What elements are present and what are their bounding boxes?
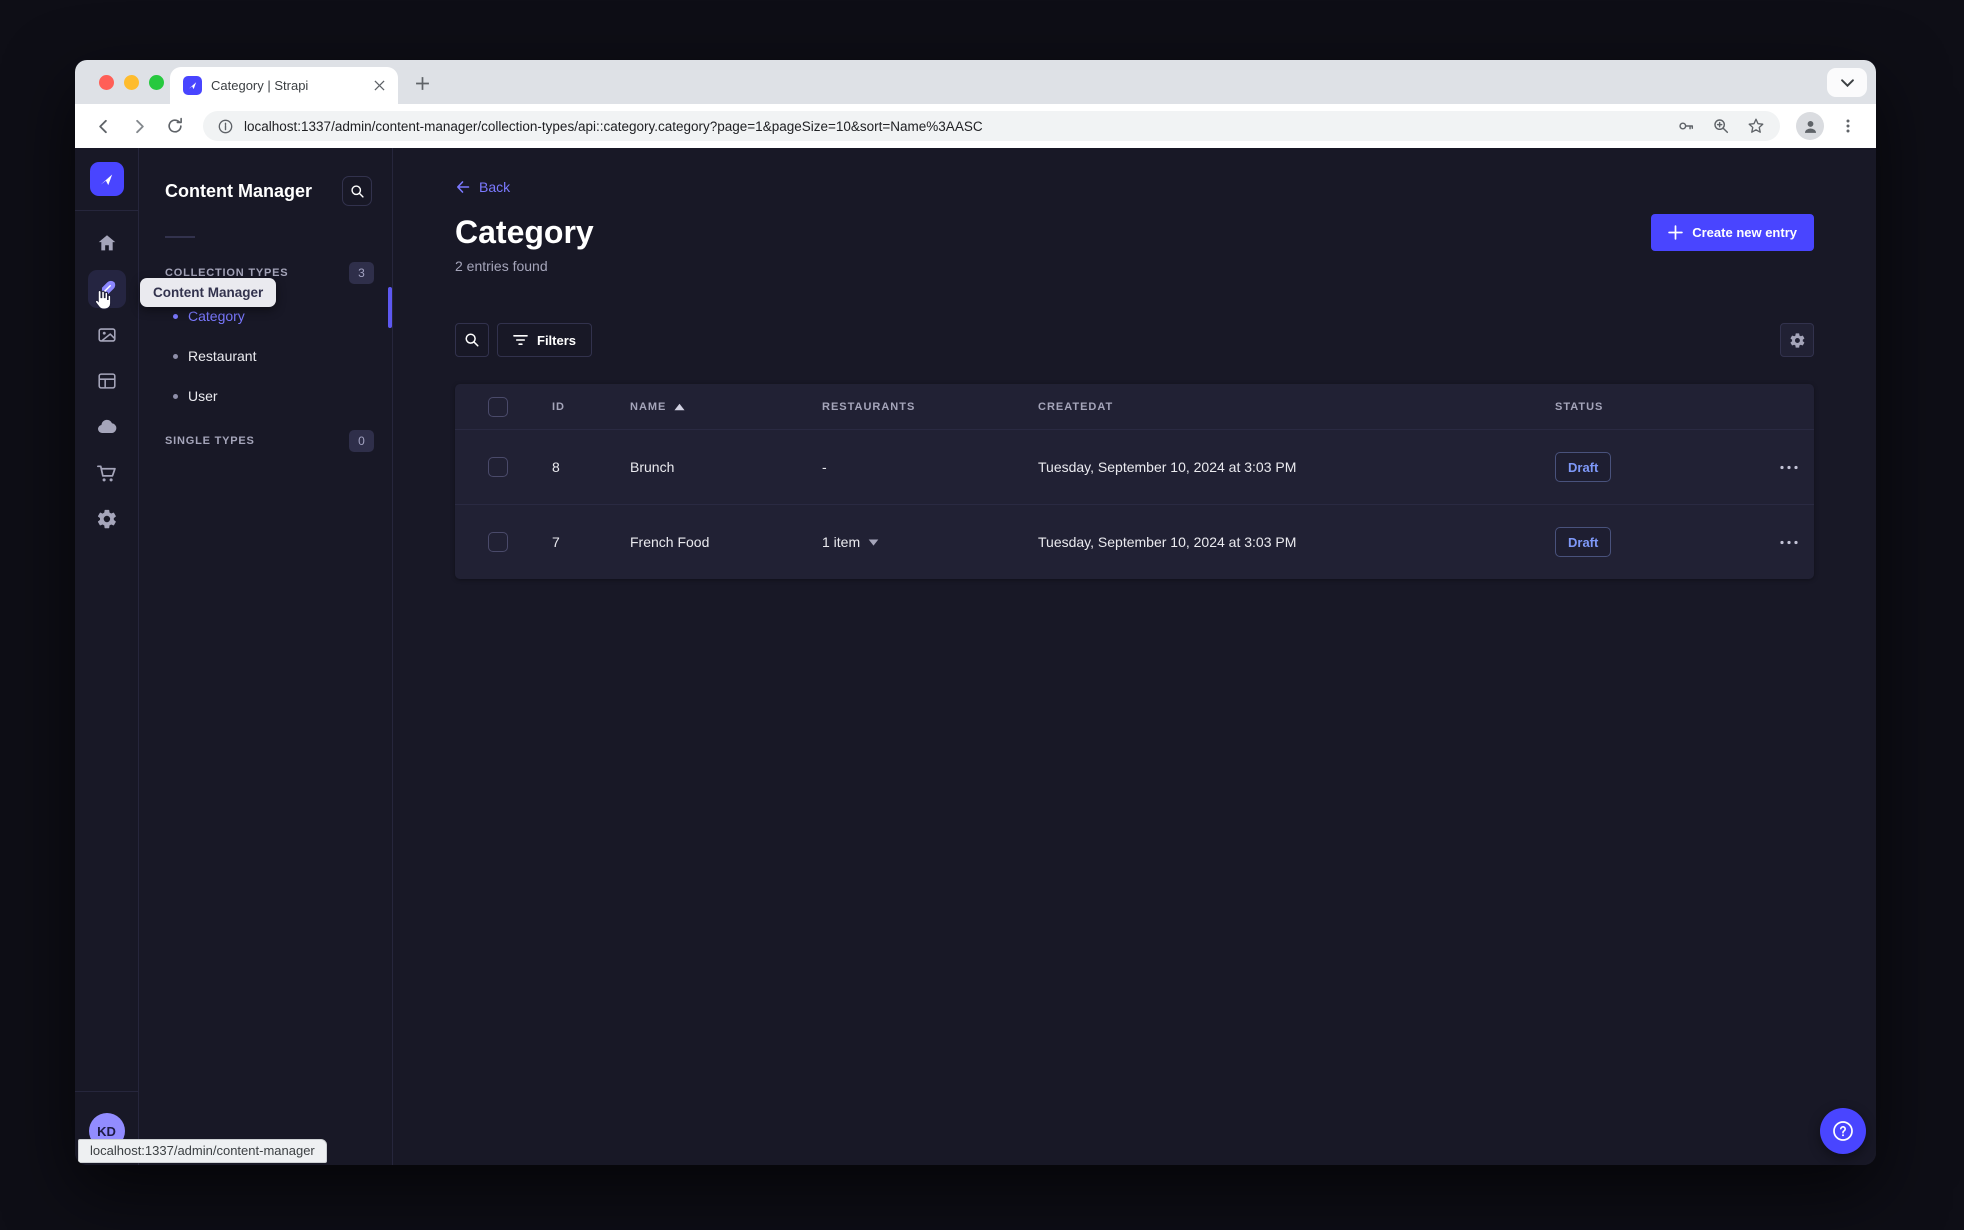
cell-restaurants-relation[interactable]: 1 item	[822, 534, 1038, 550]
table-header-row: ID NAME RESTAURANTS CREATEDAT STATUS	[455, 384, 1814, 429]
browser-profile-icon[interactable]	[1796, 112, 1824, 140]
nav-divider	[75, 1091, 138, 1092]
forward-button[interactable]	[123, 110, 155, 142]
sidebar-item-media-library-icon[interactable]	[86, 312, 128, 358]
cell-createdat: Tuesday, September 10, 2024 at 3:03 PM	[1038, 459, 1297, 475]
sidebar-item-settings-gear-icon[interactable]	[86, 496, 128, 542]
cell-id: 8	[552, 459, 560, 475]
gear-icon	[1789, 332, 1804, 348]
column-header-name[interactable]: NAME	[630, 401, 822, 413]
column-header-id[interactable]: ID	[552, 401, 630, 413]
close-window-button[interactable]	[99, 75, 114, 90]
status-badge: Draft	[1555, 452, 1612, 482]
chevron-down-icon	[868, 538, 879, 546]
main-content: Back Category Create new entry 2 entries…	[393, 148, 1876, 1165]
back-label: Back	[479, 179, 511, 195]
subnav-item-label: Restaurant	[188, 348, 257, 364]
subnav-search-button[interactable]	[342, 176, 372, 206]
row-checkbox[interactable]	[488, 457, 508, 477]
status-badge: Draft	[1555, 527, 1612, 557]
search-icon	[465, 333, 479, 347]
subnav-item-restaurant[interactable]: Restaurant	[139, 336, 392, 376]
help-button[interactable]	[1820, 1108, 1866, 1154]
sidebar-item-content-manager-icon[interactable]	[86, 266, 128, 312]
new-tab-button[interactable]	[409, 70, 435, 96]
subnav-scrollbar-thumb[interactable]	[388, 287, 392, 328]
nav-tooltip: Content Manager	[140, 278, 277, 307]
table-row[interactable]: 8 Brunch - Tuesday, September 10, 2024 a…	[455, 429, 1814, 504]
password-key-icon[interactable]	[1677, 117, 1695, 135]
subnav-divider	[165, 236, 195, 238]
row-actions-button[interactable]	[1773, 526, 1805, 558]
row-checkbox[interactable]	[488, 532, 508, 552]
sidebar-item-marketplace-cart-icon[interactable]	[86, 450, 128, 496]
table-row[interactable]: 7 French Food 1 item Tuesday, September …	[455, 504, 1814, 579]
single-types-label: SINGLE TYPES	[165, 435, 255, 447]
sort-ascending-icon	[674, 403, 685, 410]
question-mark-icon	[1833, 1121, 1853, 1141]
subnav-title: Content Manager	[165, 180, 313, 201]
strapi-favicon-icon	[183, 76, 202, 95]
plus-icon	[1668, 225, 1684, 240]
column-header-createdat[interactable]: CREATEDAT	[1038, 401, 1555, 413]
page-title: Category	[455, 214, 594, 250]
browser-window: Category | Strapi localhost:1337/admin/c…	[75, 60, 1876, 1165]
minimize-window-button[interactable]	[124, 75, 139, 90]
bullet-icon	[173, 313, 178, 319]
table-search-button[interactable]	[455, 323, 489, 357]
strapi-app: KD Content Manager COLLECTION TYPES 3 Ca…	[75, 148, 1876, 1165]
row-actions-button[interactable]	[1773, 451, 1805, 483]
column-header-status[interactable]: STATUS	[1555, 401, 1757, 413]
cell-createdat: Tuesday, September 10, 2024 at 3:03 PM	[1038, 534, 1297, 550]
bullet-icon	[173, 353, 178, 359]
cell-name: Brunch	[630, 459, 675, 475]
back-button[interactable]	[87, 110, 119, 142]
subnav-item-label: User	[188, 388, 218, 404]
reload-button[interactable]	[159, 110, 191, 142]
back-arrow-icon	[457, 181, 470, 193]
sidebar-item-cloud-icon[interactable]	[86, 404, 128, 450]
entries-table: ID NAME RESTAURANTS CREATEDAT STATUS 8 B…	[455, 384, 1814, 579]
maximize-window-button[interactable]	[149, 75, 164, 90]
subnav-item-user[interactable]: User	[139, 376, 392, 416]
url-text[interactable]: localhost:1337/admin/content-manager/col…	[244, 119, 1666, 134]
link-status-bar: localhost:1337/admin/content-manager	[78, 1139, 327, 1163]
filters-button[interactable]: Filters	[497, 323, 593, 357]
entries-count-text: 2 entries found	[455, 258, 548, 274]
browser-toolbar: localhost:1337/admin/content-manager/col…	[75, 104, 1876, 148]
page-info-icon[interactable]	[218, 119, 233, 134]
main-nav-rail: KD	[75, 148, 139, 1165]
address-bar[interactable]: localhost:1337/admin/content-manager/col…	[203, 111, 1780, 141]
tab-search-chevron-button[interactable]	[1827, 68, 1867, 97]
cell-name: French Food	[630, 534, 710, 550]
traffic-lights	[99, 75, 164, 90]
tab-close-icon[interactable]	[370, 77, 388, 95]
nav-divider	[75, 210, 138, 211]
zoom-magnifier-icon[interactable]	[1712, 117, 1730, 135]
sidebar-item-content-type-builder-icon[interactable]	[86, 358, 128, 404]
bullet-icon	[173, 393, 178, 399]
browser-menu-kebab-icon[interactable]	[1832, 110, 1864, 142]
create-new-entry-button[interactable]: Create new entry	[1651, 214, 1814, 251]
back-link[interactable]: Back	[455, 178, 510, 196]
sidebar-item-home-icon[interactable]	[86, 220, 128, 266]
cell-id: 7	[552, 534, 560, 550]
strapi-logo[interactable]	[89, 162, 124, 196]
single-types-count-badge: 0	[349, 430, 374, 452]
view-settings-button[interactable]	[1780, 323, 1814, 357]
subnav-item-label: Category	[188, 308, 245, 324]
collection-types-count-badge: 3	[349, 262, 374, 284]
browser-tab[interactable]: Category | Strapi	[170, 67, 398, 104]
cell-restaurants: -	[822, 459, 827, 475]
tab-title: Category | Strapi	[211, 78, 309, 93]
select-all-checkbox[interactable]	[488, 396, 508, 417]
bookmark-star-icon[interactable]	[1747, 117, 1765, 135]
browser-tab-strip: Category | Strapi	[75, 60, 1876, 104]
column-header-restaurants[interactable]: RESTAURANTS	[822, 401, 1038, 413]
filter-icon	[513, 334, 528, 346]
